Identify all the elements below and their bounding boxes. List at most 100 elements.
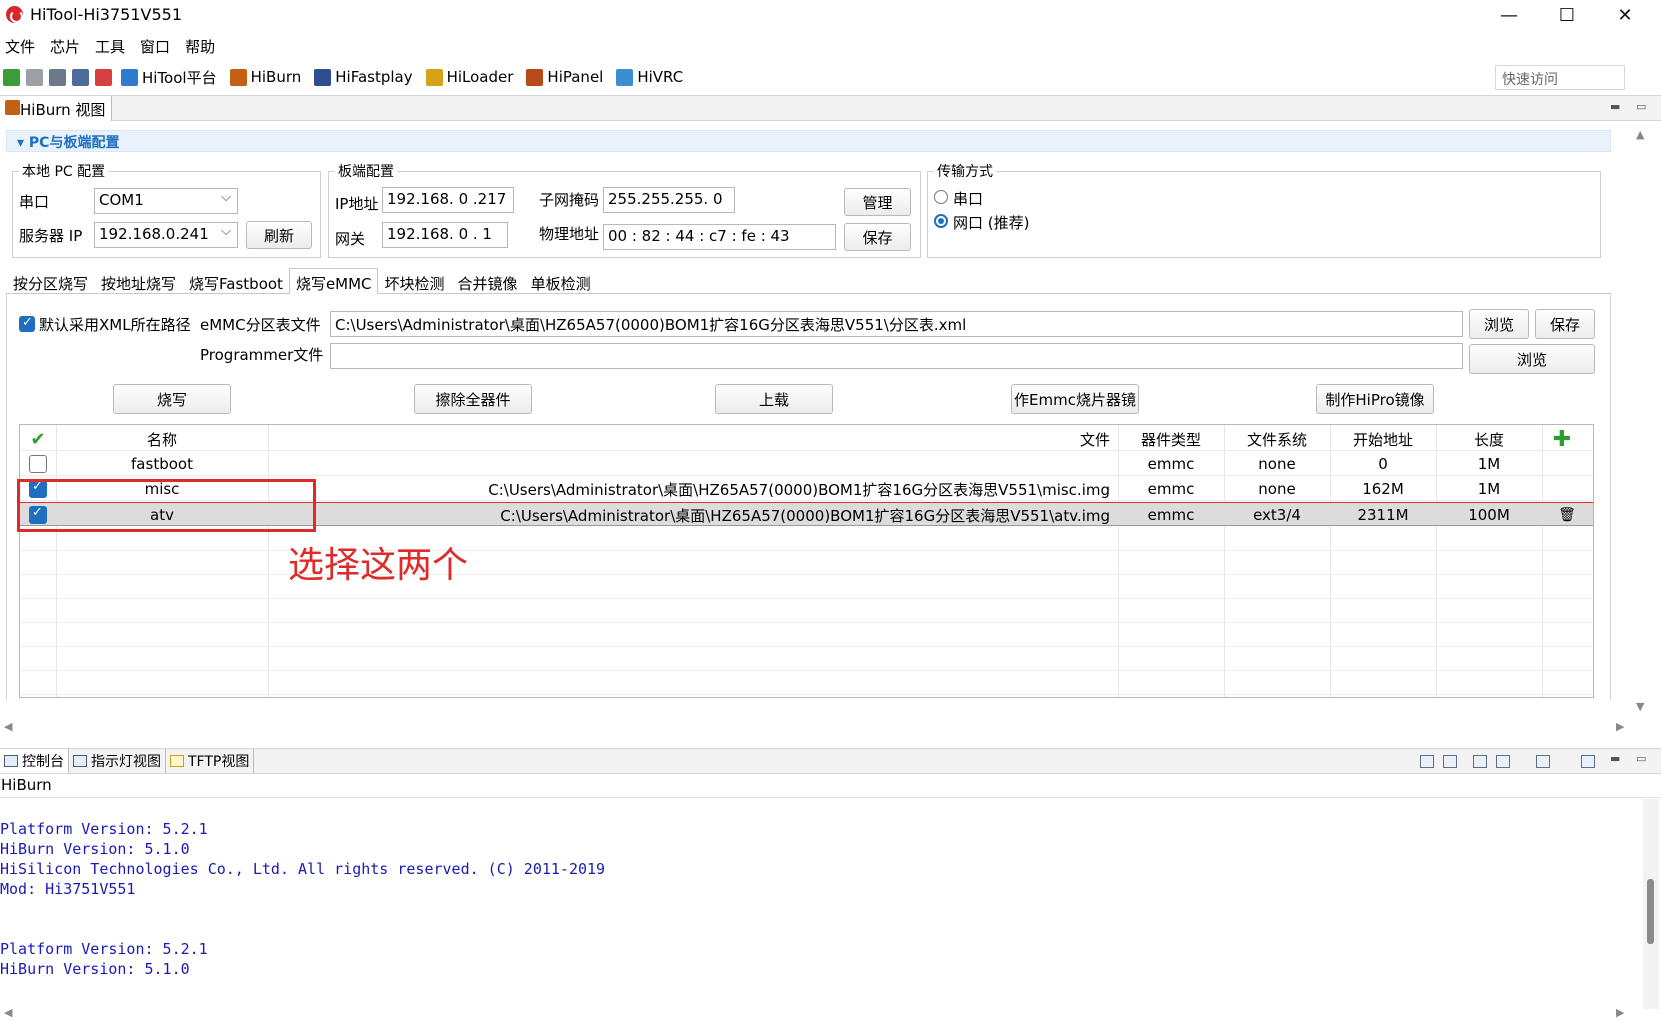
quick-access-input[interactable]: 快速访问	[1495, 65, 1625, 90]
programmer-field[interactable]	[330, 343, 1463, 369]
manage-button[interactable]: 管理	[844, 188, 911, 216]
board-save-button[interactable]: 保存	[844, 223, 911, 251]
row-file	[268, 452, 1118, 476]
mac-field[interactable]: 00 : 82 : 44 : c7 : fe : 43	[603, 224, 836, 250]
pin-console-icon[interactable]	[1473, 755, 1487, 768]
console-scroll-thumb[interactable]	[1647, 879, 1654, 944]
view-minimize-icon[interactable]: ▬	[1610, 100, 1620, 113]
console-line: HiBurn Version: 5.1.0	[0, 840, 190, 858]
gateway-field[interactable]: 192.168. 0 . 1	[382, 222, 508, 248]
console-icon	[4, 755, 18, 767]
tab-hiburn-view[interactable]: HiBurn 视图	[0, 96, 113, 121]
programmer-label: Programmer文件	[200, 346, 324, 364]
radio-network[interactable]	[934, 214, 948, 228]
tab-board-check[interactable]: 单板检测	[524, 268, 597, 293]
toolbar-hitool[interactable]: HiTool平台	[118, 67, 217, 88]
radio-serial[interactable]	[934, 190, 948, 204]
row-start: 162M	[1362, 480, 1404, 498]
menu-tools[interactable]: 工具	[90, 33, 135, 57]
header-file: 文件	[1079, 430, 1110, 449]
browse-table-button[interactable]: 浏览	[1469, 309, 1529, 339]
make-hipro-image-button[interactable]: 制作HiPro镜像	[1316, 384, 1434, 414]
menu-help[interactable]: 帮助	[180, 33, 225, 57]
mask-field[interactable]: 255.255.255. 0	[603, 187, 735, 213]
tab-merge-image[interactable]: 合并镜像	[451, 268, 524, 293]
default-xml-checkbox[interactable]	[19, 315, 35, 332]
erase-all-button[interactable]: 擦除全器件	[414, 384, 532, 414]
console-minimize-icon[interactable]: ▬	[1610, 752, 1620, 765]
toolbar-hiloader[interactable]: HiLoader	[423, 68, 513, 86]
display-console-icon[interactable]	[1496, 755, 1510, 768]
row-length: 1M	[1477, 455, 1501, 473]
row-file: C:\Users\Administrator\桌面\HZ65A57(0000)B…	[500, 506, 1110, 525]
tab-fastboot-burn[interactable]: 烧写Fastboot	[182, 268, 289, 293]
view-maximize-icon[interactable]: ▭	[1636, 100, 1646, 113]
row-checkbox[interactable]	[29, 455, 47, 473]
row-device-type: emmc	[1147, 506, 1195, 524]
scroll-right-icon[interactable]: ▶	[1616, 720, 1624, 733]
empty-row	[20, 599, 1593, 623]
search-device-icon[interactable]	[72, 68, 89, 86]
close-button[interactable]: ✕	[1602, 2, 1648, 28]
disconnect-icon[interactable]	[26, 68, 43, 86]
connect-icon[interactable]	[3, 68, 20, 86]
console-scrollbar[interactable]	[1643, 799, 1659, 1009]
ip-label: IP地址	[335, 195, 379, 213]
menu-chip[interactable]: 芯片	[45, 33, 90, 57]
tab-partition-burn[interactable]: 按分区烧写	[6, 268, 94, 293]
scroll-left-icon[interactable]: ◀	[4, 720, 12, 733]
menu-file[interactable]: 文件	[0, 33, 45, 57]
console-line: Platform Version: 5.2.1	[0, 940, 208, 958]
refresh-button[interactable]: 刷新	[246, 221, 312, 249]
hivrc-icon	[616, 68, 634, 86]
toolbar-hivrc[interactable]: HiVRC	[613, 68, 683, 86]
toolbar-hiburn[interactable]: HiBurn	[227, 68, 301, 86]
transfer-icon[interactable]	[95, 68, 112, 86]
radio-network-label: 网口 (推荐)	[953, 214, 1030, 232]
save-table-button[interactable]: 保存	[1535, 309, 1595, 339]
burn-button[interactable]: 烧写	[113, 384, 231, 414]
server-ip-select[interactable]: 192.168.0.241	[94, 222, 238, 248]
delete-row-icon[interactable]: 🗑	[1542, 503, 1592, 527]
section-header[interactable]: ▾ PC与板端配置	[6, 130, 1611, 152]
tab-indicator-view[interactable]: 指示灯视图	[69, 749, 166, 773]
partition-table: ✔ 名称 文件 器件类型 文件系统 开始地址 长度 ✚ fastboot emm…	[19, 424, 1594, 698]
chip-icon[interactable]	[49, 68, 66, 86]
row-start: 2311M	[1357, 506, 1409, 524]
add-row-icon[interactable]: ✚	[1542, 427, 1582, 451]
serial-label: 串口	[19, 193, 50, 211]
scroll-lock-icon[interactable]	[1443, 755, 1457, 768]
console-scroll-left-icon[interactable]: ◀	[4, 1006, 12, 1019]
menu-window[interactable]: 窗口	[135, 33, 180, 57]
table-row[interactable]: fastboot emmc none 0 1M	[20, 452, 1593, 476]
ip-field[interactable]: 192.168. 0 .217	[382, 187, 514, 213]
tab-console[interactable]: 控制台	[0, 749, 69, 773]
console-line: HiSilicon Technologies Co., Ltd. All rig…	[0, 860, 606, 878]
serial-select[interactable]: COM1	[94, 188, 238, 214]
scroll-up-icon[interactable]: ▲	[1636, 128, 1644, 141]
clear-console-icon[interactable]	[1420, 755, 1434, 768]
table-file-field[interactable]: C:\Users\Administrator\桌面\HZ65A57(0000)B…	[330, 311, 1463, 337]
row-name: fastboot	[131, 455, 193, 473]
tab-bad-block[interactable]: 坏块检测	[378, 268, 451, 293]
tab-address-burn[interactable]: 按地址烧写	[94, 268, 182, 293]
toolbar-hifastplay[interactable]: HiFastplay	[311, 68, 413, 86]
main-toolbar: HiTool平台 HiBurn HiFastplay HiLoader HiPa…	[0, 64, 693, 90]
scroll-down-icon[interactable]: ▼	[1636, 700, 1644, 713]
minimize-button[interactable]: —	[1486, 2, 1532, 28]
tab-emmc-burn[interactable]: 烧写eMMC	[288, 268, 378, 294]
browse-programmer-button[interactable]: 浏览	[1469, 344, 1595, 374]
maximize-button[interactable]: ☐	[1544, 2, 1590, 28]
open-console-icon[interactable]	[1536, 755, 1550, 768]
upload-button[interactable]: 上载	[715, 384, 833, 414]
tab-tftp-view[interactable]: TFTP视图	[166, 749, 255, 773]
make-emmc-image-button[interactable]: 作Emmc烧片器镜	[1011, 384, 1139, 414]
toolbar-hipanel[interactable]: HiPanel	[523, 68, 603, 86]
indicator-icon	[73, 755, 87, 767]
console-scroll-right-icon[interactable]: ▶	[1616, 1006, 1624, 1019]
mask-label: 子网掩码	[539, 191, 600, 209]
select-all-check-icon[interactable]: ✔	[20, 427, 56, 451]
console-maximize-icon[interactable]: ▭	[1636, 752, 1646, 765]
console-view-menu-icon[interactable]	[1581, 755, 1595, 768]
